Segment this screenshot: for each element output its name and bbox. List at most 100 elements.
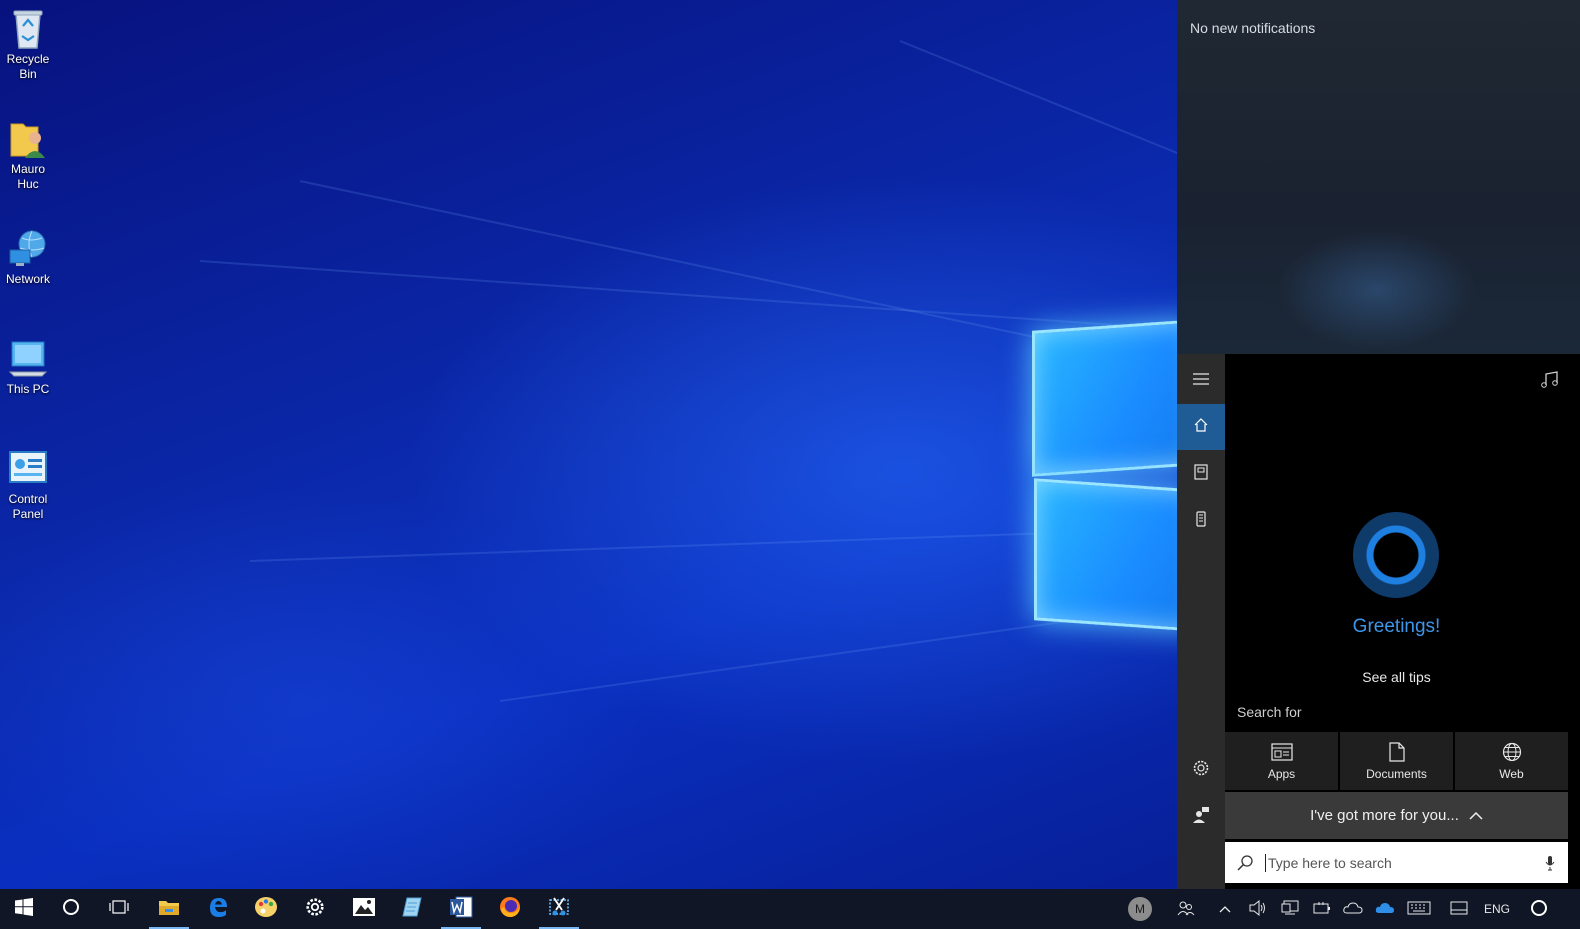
network-icon — [8, 228, 48, 268]
speaker-icon — [1249, 899, 1267, 919]
document-icon — [1388, 741, 1405, 764]
settings-button[interactable] — [291, 889, 339, 929]
onedrive-personal-button[interactable] — [1340, 889, 1366, 929]
notepad-icon — [401, 896, 423, 923]
see-all-tips-link[interactable]: See all tips — [1225, 669, 1568, 685]
feedback-nav-button[interactable] — [1177, 794, 1225, 840]
paint-button[interactable] — [242, 889, 290, 929]
more-for-you-button[interactable]: I've got more for you... — [1225, 792, 1568, 839]
feedback-person-icon — [1192, 806, 1210, 829]
action-center: No new notifications — [1177, 0, 1580, 354]
network-wired-icon — [1281, 900, 1299, 919]
cloud-icon — [1343, 901, 1363, 917]
filter-apps-button[interactable]: Apps — [1225, 732, 1338, 790]
cloud-filled-icon — [1375, 902, 1395, 917]
control-panel-icon — [8, 448, 48, 488]
home-icon — [1193, 417, 1209, 438]
hamburger-menu-button[interactable] — [1177, 358, 1225, 404]
notebook-nav-button[interactable] — [1177, 451, 1225, 497]
filter-label: Apps — [1267, 766, 1296, 781]
cortana-home: Greetings! See all tips Search for Apps … — [1225, 354, 1568, 889]
word-icon — [449, 896, 473, 923]
photos-icon — [352, 897, 376, 922]
task-view-button[interactable] — [95, 889, 143, 929]
microphone-icon[interactable] — [1532, 855, 1568, 871]
input-language-button[interactable]: ENG — [1482, 889, 1512, 929]
search-icon — [1225, 854, 1265, 872]
cortana-panel: Greetings! See all tips Search for Apps … — [1177, 354, 1580, 889]
no-notifications-text: No new notifications — [1190, 20, 1316, 36]
file-explorer-button[interactable] — [145, 889, 193, 929]
volume-button[interactable] — [1246, 889, 1270, 929]
chevron-up-icon — [1469, 807, 1483, 824]
filter-documents-button[interactable]: Documents — [1340, 732, 1453, 790]
cortana-ring-icon — [1353, 512, 1439, 598]
cortana-greeting: Greetings! — [1352, 616, 1441, 637]
music-note-icon — [1540, 370, 1560, 394]
network-tray-button[interactable] — [1278, 889, 1302, 929]
search-box[interactable]: Type here to search — [1225, 842, 1568, 883]
power-button[interactable] — [1310, 889, 1334, 929]
music-search-button[interactable] — [1536, 368, 1564, 396]
globe-icon — [1502, 742, 1522, 764]
windows-start-icon — [15, 897, 33, 921]
battery-plug-icon — [1313, 901, 1331, 918]
snipping-tool-button[interactable] — [535, 889, 583, 929]
apps-icon — [1270, 742, 1293, 764]
phone-icon — [1196, 510, 1206, 532]
onedrive-business-button[interactable] — [1372, 889, 1398, 929]
filter-label: Documents — [1366, 766, 1427, 781]
show-hidden-icons-button[interactable] — [1214, 889, 1236, 929]
snipping-tool-icon — [548, 896, 570, 923]
desktop-icon-label: This PC — [6, 382, 50, 396]
desktop-icon-label: Control Panel — [8, 492, 48, 521]
cortana-circle-icon — [62, 898, 80, 921]
desktop-icon-user-folder[interactable]: Mauro Huc — [0, 118, 56, 192]
notepad-button[interactable] — [388, 889, 436, 929]
taskbar: M ENG — [0, 889, 1580, 929]
devices-nav-button[interactable] — [1177, 498, 1225, 544]
hamburger-icon — [1193, 372, 1209, 390]
home-nav-button[interactable] — [1177, 404, 1225, 450]
people-icon — [1177, 900, 1195, 919]
start-button[interactable] — [0, 889, 48, 929]
filter-web-button[interactable]: Web — [1455, 732, 1568, 790]
desktop-icon-network[interactable]: Network — [0, 228, 56, 287]
gear-icon — [1192, 759, 1210, 782]
search-input[interactable]: Type here to search — [1265, 853, 1532, 872]
search-for-label: Search for — [1237, 704, 1302, 720]
desktop-icon-label: Network — [5, 272, 50, 286]
windows-logo-lower-pane — [1034, 478, 1200, 632]
desktop-icon-recycle-bin[interactable]: Recycle Bin — [0, 8, 56, 82]
touch-keyboard-button[interactable] — [1404, 889, 1434, 929]
cortana-circle-icon — [1530, 899, 1548, 920]
tablet-icon — [1450, 901, 1468, 918]
edge-button[interactable] — [194, 889, 242, 929]
word-button[interactable] — [437, 889, 485, 929]
settings-nav-button[interactable] — [1177, 747, 1225, 793]
this-pc-icon — [8, 338, 48, 378]
paint-palette-icon — [254, 896, 278, 923]
recycle-bin-icon — [8, 8, 48, 49]
action-center-button[interactable] — [1522, 889, 1556, 929]
notebook-icon — [1194, 463, 1208, 485]
cortana-search-button[interactable] — [47, 889, 95, 929]
people-button[interactable] — [1172, 889, 1200, 929]
desktop-icon-this-pc[interactable]: This PC — [0, 338, 56, 397]
task-view-icon — [108, 899, 130, 920]
user-folder-icon — [8, 118, 48, 158]
search-filters: Apps Documents Web — [1225, 732, 1568, 790]
desktop-icon-label: Recycle Bin — [6, 52, 50, 81]
firefox-icon — [498, 895, 522, 924]
photos-button[interactable] — [340, 889, 388, 929]
folder-icon — [158, 898, 180, 921]
avatar: M — [1128, 897, 1152, 921]
user-avatar-button[interactable]: M — [1124, 889, 1156, 929]
desktop-icon-control-panel[interactable]: Control Panel — [0, 448, 56, 522]
gear-icon — [305, 897, 325, 922]
chevron-up-icon — [1219, 902, 1231, 916]
firefox-button[interactable] — [486, 889, 534, 929]
more-for-you-label: I've got more for you... — [1310, 807, 1459, 824]
tablet-mode-button[interactable] — [1446, 889, 1472, 929]
windows-logo-upper-pane — [1032, 319, 1198, 477]
